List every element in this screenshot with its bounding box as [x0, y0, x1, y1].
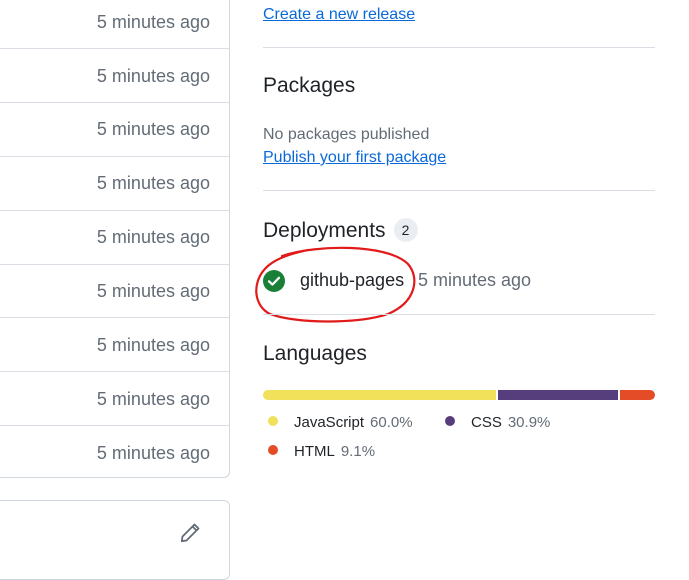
table-row[interactable]: 5 minutes ago	[0, 210, 230, 264]
language-color-dot	[268, 445, 278, 455]
section-divider	[263, 190, 655, 191]
commit-time: 5 minutes ago	[96, 335, 210, 355]
create-release-link[interactable]: Create a new release	[263, 6, 415, 24]
section-divider	[263, 47, 655, 48]
deployments-count-badge: 2	[393, 218, 418, 242]
language-bar-segment-javascript[interactable]	[263, 390, 496, 400]
commit-time: 5 minutes ago	[96, 443, 210, 463]
commit-time: 5 minutes ago	[96, 173, 210, 193]
section-divider	[263, 314, 655, 315]
commit-time: 5 minutes ago	[96, 227, 210, 247]
deployment-time: 5 minutes ago	[418, 270, 532, 290]
publish-package-link[interactable]: Publish your first package	[263, 149, 446, 167]
language-color-dot	[268, 416, 278, 426]
language-percent: 60.0%	[370, 414, 413, 431]
languages-heading: Languages	[263, 342, 367, 365]
table-row[interactable]: 5 minutes ago	[0, 0, 230, 49]
language-name: HTML	[294, 443, 335, 460]
language-color-dot	[445, 416, 455, 426]
language-bar	[263, 390, 655, 400]
language-percent: 30.9%	[507, 414, 551, 431]
commit-time: 5 minutes ago	[96, 119, 210, 139]
table-row[interactable]: 5 minutes ago	[0, 102, 230, 156]
table-row[interactable]: 5 minutes ago	[0, 372, 230, 426]
commit-time: 5 minutes ago	[96, 66, 210, 86]
language-item-javascript[interactable]: JavaScript 60.0%	[268, 414, 413, 431]
table-row[interactable]: 5 minutes ago	[0, 318, 230, 372]
language-item-html[interactable]: HTML 9.1%	[268, 443, 375, 460]
commit-time: 5 minutes ago	[96, 281, 210, 301]
packages-heading: Packages	[263, 74, 356, 97]
deployments-title: Deployments	[263, 219, 386, 242]
commit-time: 5 minutes ago	[96, 389, 210, 409]
commit-time: 5 minutes ago	[96, 12, 210, 32]
packages-empty-text: No packages published	[263, 126, 430, 143]
language-item-css[interactable]: CSS 30.9%	[445, 414, 550, 431]
language-percent: 9.1%	[340, 443, 376, 460]
language-name: CSS	[471, 414, 502, 431]
pencil-icon[interactable]	[178, 521, 202, 545]
language-bar-segment-css[interactable]	[497, 390, 618, 400]
language-bar-segment-html[interactable]	[619, 390, 655, 400]
table-row[interactable]: 5 minutes ago	[0, 264, 230, 318]
table-row[interactable]: 5 minutes ago	[0, 426, 230, 480]
table-row[interactable]: 5 minutes ago	[0, 156, 230, 210]
table-row[interactable]: 5 minutes ago	[0, 49, 230, 103]
deployments-heading[interactable]: Deployments 2	[263, 218, 418, 243]
language-name: JavaScript	[294, 414, 365, 431]
